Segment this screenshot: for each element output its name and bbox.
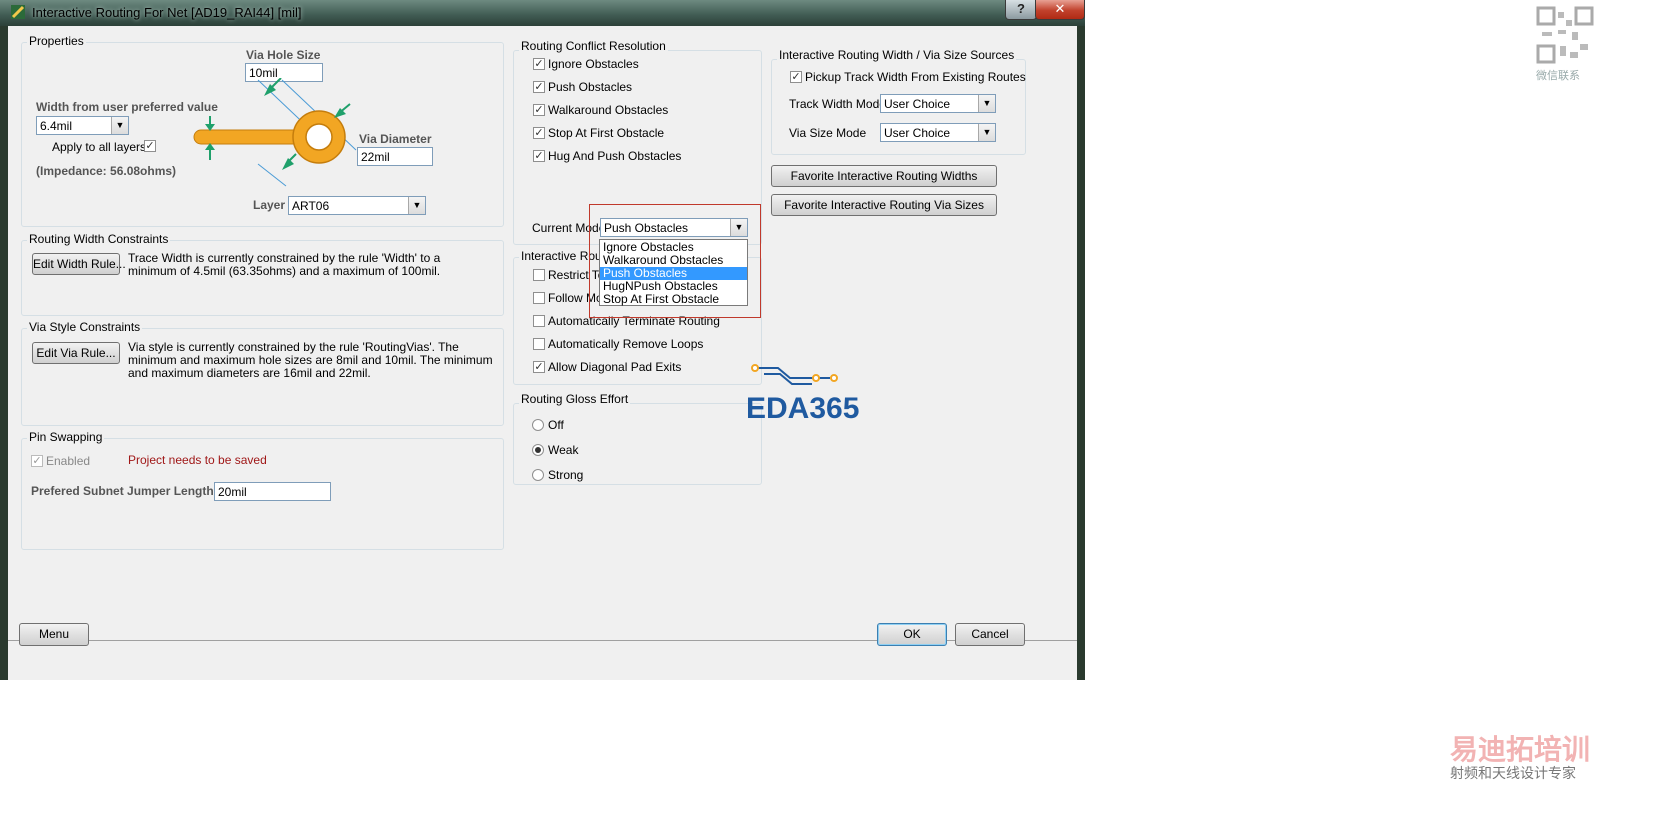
qr-code-icon <box>1536 6 1594 64</box>
pin-swap-enabled-checkbox[interactable]: ✓ <box>31 455 43 467</box>
via-hole-size-label: Via Hole Size <box>246 48 321 62</box>
walkaround-obstacles-checkbox[interactable]: ✓ <box>533 104 545 116</box>
width-combo[interactable]: 6.4mil ▼ <box>36 116 129 135</box>
via-style-constraints-label: Via Style Constraints <box>27 320 143 334</box>
dialog-window: Interactive Routing For Net [AD19_RAI44]… <box>0 0 1085 680</box>
restrict-to-checkbox[interactable] <box>533 269 545 281</box>
track-width-mode-combo[interactable]: User Choice ▼ <box>880 94 996 113</box>
brand-watermark-title: 易迪拓培训 <box>1450 734 1591 765</box>
edit-width-rule-button[interactable]: Edit Width Rule... <box>32 253 126 275</box>
pickup-track-width-checkbox[interactable]: ✓ <box>790 71 802 83</box>
push-obstacles-label: Push Obstacles <box>548 80 633 94</box>
pin-swap-enabled-label: Enabled <box>46 454 91 468</box>
dropdown-item-stop-first[interactable]: Stop At First Obstacle <box>600 293 747 306</box>
conflict-resolution-label: Routing Conflict Resolution <box>519 39 668 53</box>
favorite-widths-button[interactable]: Favorite Interactive Routing Widths <box>771 165 997 187</box>
jumper-length-label: Prefered Subnet Jumper Length <box>31 484 214 498</box>
ok-button[interactable]: OK <box>877 623 947 646</box>
via-constraint-text: Via style is currently constrained by th… <box>128 340 493 380</box>
chevron-down-icon[interactable]: ▼ <box>978 95 995 112</box>
walkaround-obstacles-label: Walkaround Obstacles <box>548 103 669 117</box>
layer-combo-value: ART06 <box>292 199 330 213</box>
close-button[interactable]: ✕ <box>1035 0 1085 20</box>
width-constraint-text: Trace Width is currently constrained by … <box>128 251 441 278</box>
layer-label: Layer <box>253 198 286 212</box>
track-width-mode-value: User Choice <box>884 97 951 111</box>
width-sources-label: Interactive Routing Width / Via Size Sou… <box>777 48 1017 62</box>
gloss-strong-label: Strong <box>548 468 584 482</box>
gloss-off-label: Off <box>548 418 564 432</box>
auto-remove-loops-label: Automatically Remove Loops <box>548 337 704 351</box>
ignore-obstacles-checkbox[interactable]: ✓ <box>533 58 545 70</box>
width-combo-value: 6.4mil <box>40 119 73 133</box>
menu-button[interactable]: Menu <box>19 623 89 646</box>
hug-push-obstacles-checkbox[interactable]: ✓ <box>533 150 545 162</box>
pickup-track-width-label: Pickup Track Width From Existing Routes <box>805 70 1026 84</box>
brand-watermark-subtitle: 射频和天线设计专家 <box>1450 765 1576 781</box>
properties-group-label: Properties <box>27 34 86 48</box>
edit-via-rule-button[interactable]: Edit Via Rule... <box>32 342 120 364</box>
via-diameter-label: Via Diameter <box>359 132 432 146</box>
eda365-logo: EDA365 <box>746 392 860 425</box>
favorite-via-sizes-button[interactable]: Favorite Interactive Routing Via Sizes <box>771 194 997 216</box>
stop-first-obstacle-checkbox[interactable]: ✓ <box>533 127 545 139</box>
follow-mouse-checkbox[interactable] <box>533 292 545 304</box>
via-size-mode-value: User Choice <box>884 126 951 140</box>
auto-remove-loops-checkbox[interactable] <box>533 338 545 350</box>
eda-circuit-icon <box>751 364 838 385</box>
chevron-down-icon[interactable]: ▼ <box>978 124 995 141</box>
stop-first-obstacle-label: Stop At First Obstacle <box>548 126 665 140</box>
layer-combo[interactable]: ART06 ▼ <box>288 196 426 215</box>
apply-all-layers-checkbox[interactable]: ✓ <box>144 140 156 152</box>
footer-bar <box>8 641 1077 680</box>
apply-all-layers-label: Apply to all layers <box>52 140 147 154</box>
via-size-mode-label: Via Size Mode <box>789 126 867 140</box>
ignore-obstacles-label: Ignore Obstacles <box>548 57 639 71</box>
title-bar[interactable]: Interactive Routing For Net [AD19_RAI44]… <box>0 0 1085 26</box>
diagonal-pad-exits-label: Allow Diagonal Pad Exits <box>548 360 682 374</box>
auto-terminate-checkbox[interactable] <box>533 315 545 327</box>
gloss-effort-label: Routing Gloss Effort <box>519 392 631 406</box>
cancel-button[interactable]: Cancel <box>955 623 1025 646</box>
routing-width-constraints-label: Routing Width Constraints <box>27 232 171 246</box>
app-icon <box>11 5 25 19</box>
chevron-down-icon[interactable]: ▼ <box>408 197 425 214</box>
qr-caption: 微信联系 <box>1536 70 1580 82</box>
impedance-readout: (Impedance: 56.08ohms) <box>36 164 177 178</box>
gloss-weak-radio[interactable] <box>532 444 544 456</box>
track-width-mode-label: Track Width Mode <box>789 97 886 111</box>
project-save-warning: Project needs to be saved <box>128 453 267 467</box>
via-diameter-input[interactable]: 22mil <box>357 147 433 166</box>
chevron-down-icon[interactable]: ▼ <box>111 117 128 134</box>
gloss-weak-label: Weak <box>548 443 579 457</box>
help-button[interactable]: ? <box>1005 0 1037 20</box>
gloss-strong-radio[interactable] <box>532 469 544 481</box>
current-mode-dropdown[interactable]: Ignore Obstacles Walkaround Obstacles Pu… <box>599 239 748 306</box>
push-obstacles-checkbox[interactable]: ✓ <box>533 81 545 93</box>
hug-push-obstacles-label: Hug And Push Obstacles <box>548 149 682 163</box>
track-via-illustration <box>193 78 357 187</box>
window-title: Interactive Routing For Net [AD19_RAI44]… <box>32 5 302 20</box>
pin-swapping-label: Pin Swapping <box>27 430 105 444</box>
via-size-mode-combo[interactable]: User Choice ▼ <box>880 123 996 142</box>
gloss-off-radio[interactable] <box>532 419 544 431</box>
jumper-length-input[interactable]: 20mil <box>214 482 331 501</box>
diagonal-pad-exits-checkbox[interactable]: ✓ <box>533 361 545 373</box>
